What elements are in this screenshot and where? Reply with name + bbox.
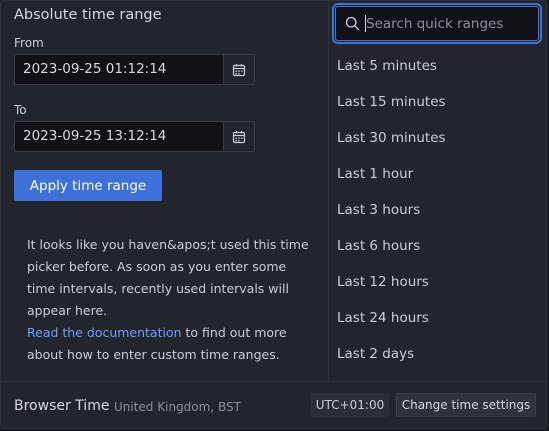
- time-settings-footer: Browser Time United Kingdom, BST UTC+01:…: [1, 381, 548, 430]
- quick-range-item[interactable]: Last 12 hours: [337, 264, 446, 300]
- time-picker-panel: Absolute time range From 2023-09-25 01:1…: [0, 0, 548, 430]
- change-time-settings-button[interactable]: Change time settings: [396, 393, 536, 417]
- quick-range-item[interactable]: Last 30 minutes: [337, 120, 446, 156]
- absolute-range-heading: Absolute time range: [14, 7, 162, 23]
- calendar-icon: [232, 130, 246, 143]
- documentation-link[interactable]: Read the documentation: [27, 325, 182, 340]
- absolute-range-section: Absolute time range From 2023-09-25 01:1…: [1, 1, 328, 381]
- search-input[interactable]: [366, 7, 531, 40]
- from-calendar-button[interactable]: [223, 54, 255, 85]
- to-field-group: 2023-09-25 13:12:14: [14, 121, 255, 152]
- search-icon: [345, 16, 360, 31]
- timezone-location: United Kingdom, BST: [114, 400, 241, 414]
- to-label: To: [14, 103, 27, 117]
- quick-range-item[interactable]: Last 3 hours: [337, 192, 446, 228]
- apply-time-range-button[interactable]: Apply time range: [14, 170, 162, 201]
- quick-ranges-search[interactable]: [335, 6, 539, 41]
- from-field-group: 2023-09-25 01:12:14: [14, 54, 255, 85]
- quick-range-item[interactable]: Last 1 hour: [337, 156, 446, 192]
- recent-ranges-empty-message: It looks like you haven&apos;t used this…: [27, 234, 317, 366]
- quick-range-item[interactable]: Last 2 days: [337, 336, 446, 372]
- calendar-icon: [232, 63, 246, 76]
- timezone-title: Browser Time: [14, 398, 110, 414]
- quick-range-item[interactable]: Last 15 minutes: [337, 84, 446, 120]
- quick-range-item[interactable]: Last 24 hours: [337, 300, 446, 336]
- quick-range-item[interactable]: Last 6 hours: [337, 228, 446, 264]
- to-calendar-button[interactable]: [223, 121, 255, 152]
- quick-ranges-list: Last 5 minutes Last 15 minutes Last 30 min…: [337, 48, 446, 372]
- to-input[interactable]: 2023-09-25 13:12:14: [14, 121, 224, 152]
- from-input[interactable]: 2023-09-25 01:12:14: [14, 54, 224, 85]
- from-label: From: [14, 36, 44, 50]
- utc-offset-badge: UTC+01:00: [311, 393, 389, 417]
- quick-range-item[interactable]: Last 5 minutes: [337, 48, 446, 84]
- empty-message-text: It looks like you haven&apos;t used this…: [27, 237, 309, 318]
